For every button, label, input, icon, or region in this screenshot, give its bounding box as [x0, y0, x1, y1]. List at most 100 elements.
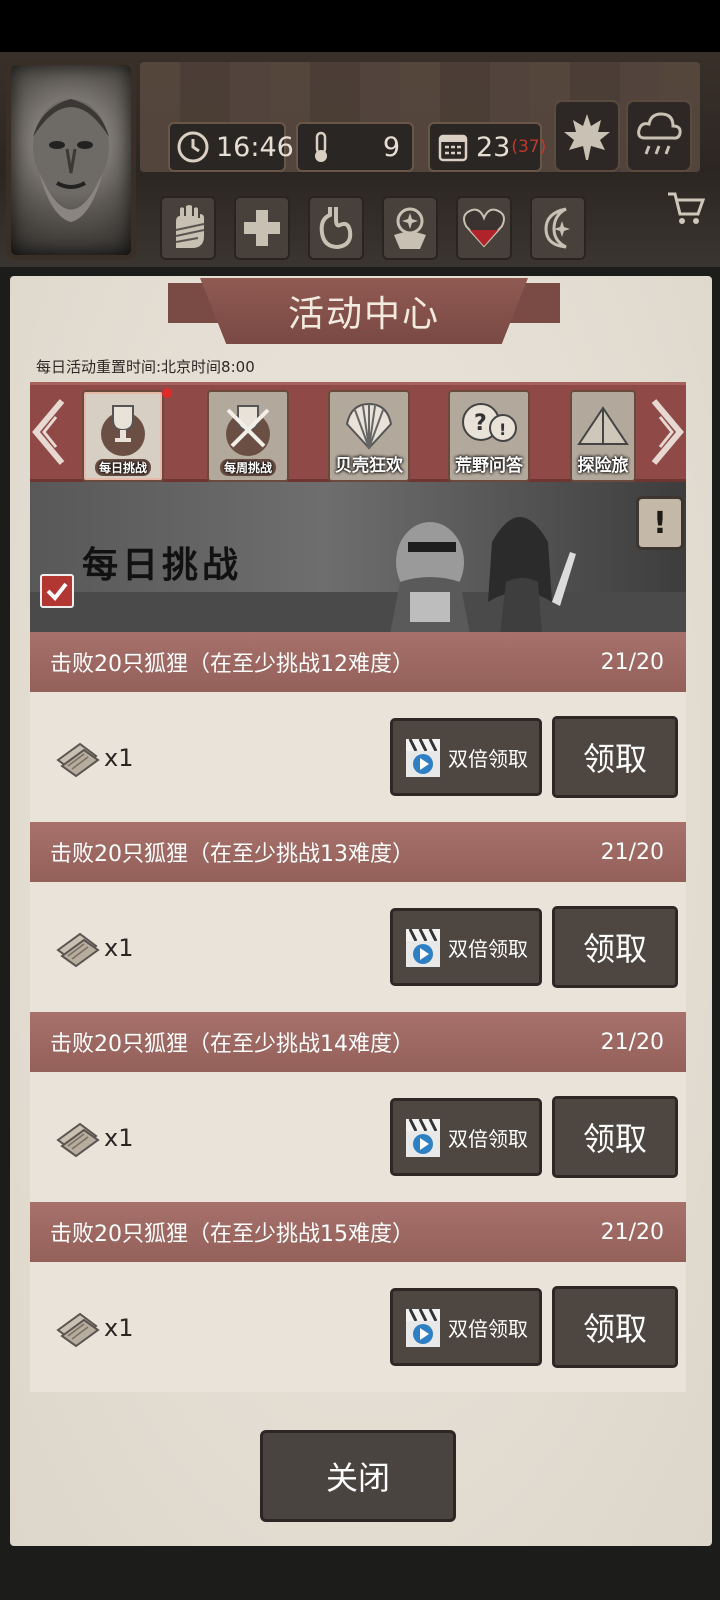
time-value: 16:46: [216, 131, 294, 163]
chevron-right-icon: [651, 399, 684, 465]
tent-icon: [577, 406, 629, 445]
banner-title: 每日挑战: [82, 544, 243, 586]
tabs-scroll-left-button[interactable]: [30, 392, 70, 472]
ticket-icon: [56, 1312, 100, 1348]
reward-quantity: x1: [104, 934, 134, 962]
question-bubbles-icon: ? !: [462, 403, 517, 442]
sanity-status-button[interactable]: [382, 196, 438, 260]
character-portrait[interactable]: [6, 60, 136, 260]
tab-weekly-challenge[interactable]: 每周挑战: [207, 390, 289, 482]
tab-expedition[interactable]: 探险旅: [570, 390, 636, 482]
svg-text:?: ?: [474, 411, 487, 436]
video-clapper-icon: [406, 1118, 440, 1157]
task-title: 击败20只狐狸（在至少挑战14难度）: [50, 1032, 414, 1057]
heart-icon: [463, 208, 505, 248]
task-header: 击败20只狐狸（在至少挑战14难度） 21/20: [30, 1012, 686, 1072]
survivor-face-icon: [33, 99, 109, 222]
temperature-value: 9: [382, 131, 400, 163]
injury-status-button[interactable]: [160, 196, 216, 260]
tab-label: 探险旅: [577, 456, 629, 476]
panel-title: 活动中心: [287, 294, 440, 335]
maple-leaf-icon: [564, 114, 610, 160]
double-claim-label: 双倍领取: [448, 1316, 528, 1341]
tabs-scroll-right-button[interactable]: [646, 392, 686, 472]
mind-icon: [394, 207, 426, 249]
tab-shell-carnival[interactable]: 贝壳狂欢: [328, 390, 410, 482]
reward-quantity: x1: [104, 1124, 134, 1152]
task-progress: 21/20: [600, 649, 664, 675]
tab-daily-challenge[interactable]: 每日挑战: [82, 390, 164, 482]
task-reward-row: x1 双倍领取 领取: [30, 1262, 686, 1392]
double-claim-label: 双倍领取: [448, 1126, 528, 1151]
video-clapper-icon: [406, 1308, 440, 1347]
title-ribbon: 活动中心: [200, 278, 528, 344]
time-display: 16:46: [168, 122, 294, 172]
day-value: 23: [476, 131, 511, 163]
seashell-icon: [345, 402, 393, 450]
rest-status-button[interactable]: [530, 196, 586, 260]
svg-text:!: !: [499, 420, 506, 439]
double-claim-label: 双倍领取: [448, 936, 528, 961]
hunger-status-button[interactable]: [308, 196, 364, 260]
reward-item: x1: [54, 1118, 133, 1158]
claim-button[interactable]: 领取: [552, 716, 678, 798]
trophy-icon: [101, 405, 145, 456]
day-extra-value: (37): [511, 137, 547, 157]
task-header: 击败20只狐狸（在至少挑战12难度） 21/20: [30, 632, 686, 692]
checkmark-icon: [40, 574, 74, 608]
task-header: 击败20只狐狸（在至少挑战15难度） 21/20: [30, 1202, 686, 1262]
close-button[interactable]: 关闭: [260, 1430, 456, 1522]
task-progress: 21/20: [600, 839, 664, 865]
ticket-icon: [56, 1122, 100, 1158]
info-button[interactable]: !: [636, 496, 684, 550]
day-counter: 23 (37): [428, 122, 546, 172]
bandage-hand-icon: [175, 205, 205, 248]
video-clapper-icon: [406, 928, 440, 967]
health-status-button[interactable]: [234, 196, 290, 260]
double-claim-button[interactable]: 双倍领取: [390, 1288, 542, 1366]
rain-cloud-icon: [637, 112, 682, 155]
temperature-display: 9: [296, 122, 414, 172]
ticket-icon: [56, 742, 100, 778]
task-title: 击败20只狐狸（在至少挑战12难度）: [50, 652, 414, 677]
task-title: 击败20只狐狸（在至少挑战13难度）: [50, 842, 414, 867]
season-indicator[interactable]: [554, 100, 620, 172]
double-claim-label: 双倍领取: [448, 746, 528, 771]
medical-cross-icon: [244, 210, 280, 246]
shop-cart-icon[interactable]: [666, 188, 706, 232]
mood-status-button[interactable]: [456, 196, 512, 260]
double-claim-button[interactable]: 双倍领取: [390, 718, 542, 796]
reward-quantity: x1: [104, 744, 134, 772]
tab-label: 贝壳狂欢: [335, 456, 403, 476]
task-reward-row: x1 双倍领取 领取: [30, 1072, 686, 1202]
task-progress: 21/20: [600, 1029, 664, 1055]
notification-dot: [162, 388, 172, 398]
claim-button[interactable]: 领取: [552, 906, 678, 988]
task-header: 击败20只狐狸（在至少挑战13难度） 21/20: [30, 822, 686, 882]
calendar-icon: [436, 130, 470, 164]
tab-label: 每周挑战: [219, 459, 276, 476]
crossed-swords-trophy-icon: [226, 405, 270, 456]
chevron-left-icon: [32, 399, 65, 465]
tab-wilderness-quiz[interactable]: ? ! 荒野问答: [448, 390, 530, 482]
ticket-icon: [56, 932, 100, 968]
double-claim-button[interactable]: 双倍领取: [390, 908, 542, 986]
reward-quantity: x1: [104, 1314, 134, 1342]
weather-indicator[interactable]: [626, 100, 692, 172]
claim-button[interactable]: 领取: [552, 1286, 678, 1368]
task-reward-row: x1 双倍领取 领取: [30, 882, 686, 1012]
reward-item: x1: [54, 928, 133, 968]
tab-label: 荒野问答: [455, 456, 523, 476]
reward-item: x1: [54, 738, 133, 778]
reward-item: x1: [54, 1308, 133, 1348]
task-progress: 21/20: [600, 1219, 664, 1245]
claim-button[interactable]: 领取: [552, 1096, 678, 1178]
thermometer-icon: [304, 130, 338, 164]
stomach-icon: [319, 207, 353, 250]
double-claim-button[interactable]: 双倍领取: [390, 1098, 542, 1176]
reset-time-notice: 每日活动重置时间:北京时间8:00: [36, 358, 255, 376]
clock-icon: [176, 130, 210, 164]
task-reward-row: x1 双倍领取 领取: [30, 692, 686, 822]
tab-label: 每日挑战: [94, 459, 151, 476]
video-clapper-icon: [406, 738, 440, 777]
